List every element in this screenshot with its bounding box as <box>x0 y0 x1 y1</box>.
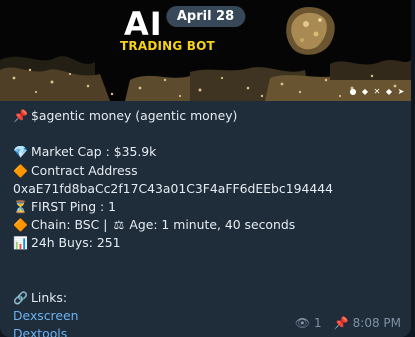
token-title: $agentic money (agentic money) <box>31 108 238 123</box>
date-pill: April 28 <box>165 6 246 27</box>
logo-ai-text: AI <box>124 5 163 43</box>
links-label: Links: <box>31 289 68 305</box>
age: Age: 1 minute, 40 seconds <box>129 217 296 233</box>
view-count: 1 <box>314 316 322 330</box>
banner-social-icons: ● ◆ ✕ ◆ ➤ <box>349 88 405 96</box>
contract-label: Contract Address <box>31 162 138 178</box>
links-line: 🔗 Links: <box>13 289 408 307</box>
hourglass-icon: ⏳ <box>13 199 28 214</box>
contract-address[interactable]: 0xaE71fd8baCc2f17C43a01C3F4aFF6dEEbc1944… <box>13 180 408 198</box>
contract-label-line: 🔶 Contract Address <box>13 162 408 180</box>
orange-diamond-icon: 🔶 <box>13 163 28 178</box>
first-ping-line: ⏳ FIRST Ping : 1 <box>13 198 408 216</box>
pin-icon: 📌 <box>333 316 349 330</box>
token-title-line: 📌 $agentic money (agentic money) <box>13 107 408 125</box>
globe-icon[interactable]: ● <box>349 88 357 96</box>
pushpin-icon: 📌 <box>13 109 28 123</box>
telegram-icon[interactable]: ➤ <box>397 88 405 96</box>
market-cap-line: 💎 Market Cap : $35.9k <box>13 143 408 161</box>
link-icon: 🔗 <box>13 290 28 305</box>
first-ping: FIRST Ping : 1 <box>31 198 117 214</box>
banner-image[interactable]: AI TRADING BOT April 28 ● ◆ ✕ ◆ ➤ <box>0 0 411 101</box>
message-meta: 👁 1 📌 8:08 PM <box>295 316 401 330</box>
market-cap: Market Cap : $35.9k <box>31 144 157 160</box>
logo-subtitle: TRADING BOT <box>120 39 215 53</box>
buys: 24h Buys: 251 <box>31 235 121 251</box>
chain: Chain: BSC | <box>31 217 112 233</box>
bot-icon[interactable]: ◆ <box>361 88 369 96</box>
gem-icon: 💎 <box>13 145 28 160</box>
message-text: 📌 $agentic money (agentic money) 💎 Market … <box>13 107 408 337</box>
message-bubble: AI TRADING BOT April 28 ● ◆ ✕ ◆ ➤ 📌 $agen… <box>0 0 411 337</box>
chain-age-line: 🔶 Chain: BSC | ⚖ Age: 1 minute, 40 seconds <box>13 216 408 234</box>
orange-diamond-icon: 🔶 <box>13 218 28 233</box>
message-time: 8:08 PM <box>352 316 401 330</box>
scales-icon: ⚖ <box>113 218 125 233</box>
x-icon[interactable]: ✕ <box>373 88 381 96</box>
bar-chart-icon: 📊 <box>13 236 28 251</box>
buys-line: 📊 24h Buys: 251 <box>13 234 408 252</box>
eye-icon: 👁 <box>294 316 311 330</box>
gem-icon[interactable]: ◆ <box>385 88 393 96</box>
